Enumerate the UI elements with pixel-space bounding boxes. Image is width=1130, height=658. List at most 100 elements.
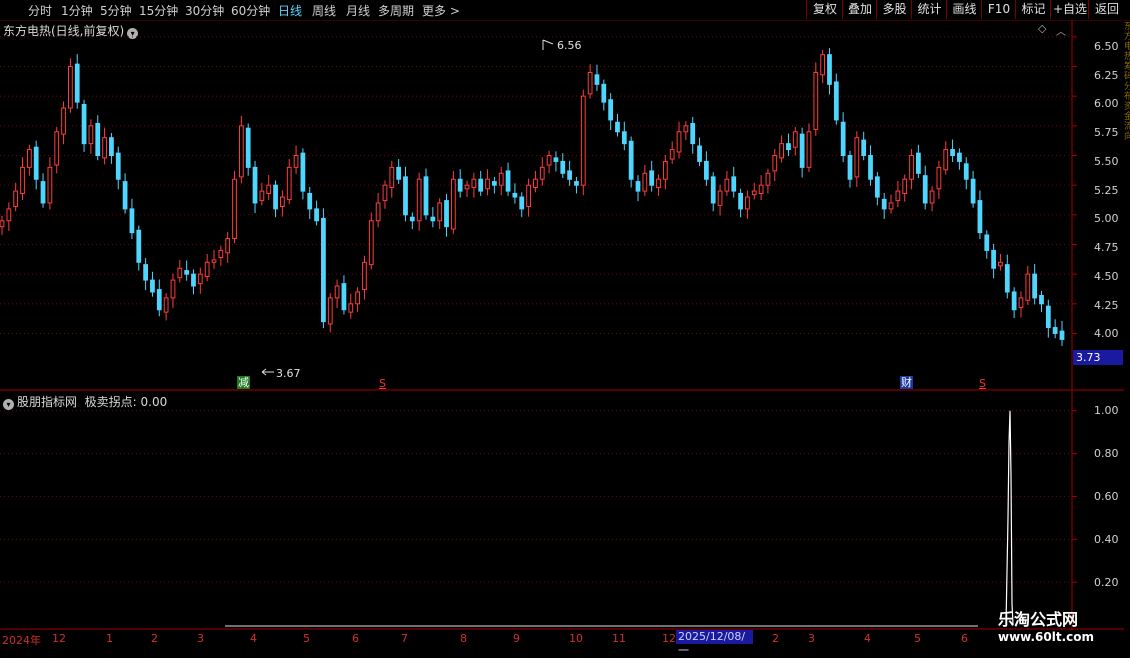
candle-body xyxy=(327,297,333,325)
adjust-button[interactable]: 复权 xyxy=(806,0,843,19)
mark-button[interactable]: 标记 xyxy=(1015,0,1051,19)
period-tab-1min[interactable]: 1分钟 xyxy=(61,2,93,19)
date-axis: 2024年 12 1 2 3 4 5 6 7 8 9 10 11 12 2 3 … xyxy=(0,630,1130,650)
price-label: 4.00 xyxy=(1094,327,1119,340)
more-label: 更多 xyxy=(422,4,447,18)
indicator-name: 股朋指标网 xyxy=(17,395,78,409)
chevron-down-icon[interactable]: ▾ xyxy=(3,399,14,410)
candle-body xyxy=(758,184,764,194)
indicator-title[interactable]: ▾ 股朋指标网 极卖拐点: 0.00 xyxy=(3,393,167,410)
period-tab-monthly[interactable]: 月线 xyxy=(346,2,370,19)
candle-body xyxy=(266,184,272,194)
candle-body xyxy=(697,145,702,162)
candle-body xyxy=(608,99,614,121)
price-label: 6.00 xyxy=(1094,97,1119,110)
candle-body xyxy=(238,125,244,178)
candle-body xyxy=(498,172,504,186)
period-tab-daily[interactable]: 日线 xyxy=(278,2,302,19)
chevron-up-icon[interactable]: ︿ xyxy=(1056,23,1066,38)
candle-body xyxy=(170,279,176,299)
multi-stock-button[interactable]: 多股 xyxy=(876,0,912,19)
signal-sell-mark[interactable]: S xyxy=(978,377,987,390)
candle-body xyxy=(1004,264,1010,293)
period-tab-60min[interactable]: 60分钟 xyxy=(231,2,270,19)
signal-reduce-badge[interactable]: 减 xyxy=(237,376,250,389)
period-tab-30min[interactable]: 30分钟 xyxy=(185,2,224,19)
main-chart-title[interactable]: 东方电热(日线,前复权) ▾ xyxy=(3,22,139,39)
candlestick-series xyxy=(0,48,1065,346)
candle-body xyxy=(786,143,791,151)
date-tick: 8 xyxy=(460,632,467,645)
candle-body xyxy=(656,178,661,189)
candle-body xyxy=(888,202,894,210)
candle-body xyxy=(150,279,155,293)
candle-body xyxy=(218,249,224,259)
candle-body xyxy=(129,208,135,234)
candle-body xyxy=(81,103,87,145)
candle-body xyxy=(457,178,463,192)
candle-body xyxy=(847,155,853,180)
period-tab-weekly[interactable]: 周线 xyxy=(312,2,336,19)
candle-body xyxy=(355,291,360,305)
candle-body xyxy=(963,163,969,180)
candle-body xyxy=(389,166,395,189)
candle-body xyxy=(840,121,846,157)
candle-body xyxy=(621,131,627,145)
date-tick: 3 xyxy=(808,632,815,645)
candle-body xyxy=(307,192,313,210)
back-button[interactable]: 返回 xyxy=(1088,0,1125,19)
price-label: 4.75 xyxy=(1094,241,1119,254)
candle-body xyxy=(122,181,128,210)
candle-body xyxy=(33,146,39,180)
candle-body xyxy=(922,175,928,204)
statistics-button[interactable]: 统计 xyxy=(911,0,947,19)
signal-finance-badge[interactable]: 财 xyxy=(900,376,913,389)
add-watchlist-button[interactable]: +自选 xyxy=(1050,0,1089,19)
candle-body xyxy=(724,178,730,192)
candle-body xyxy=(409,216,415,222)
f10-button[interactable]: F10 xyxy=(981,0,1016,19)
candle-body xyxy=(553,157,559,162)
indicator-axis-label: 0.80 xyxy=(1094,447,1119,460)
date-tick: 10 xyxy=(569,632,583,645)
candle-body xyxy=(895,190,901,202)
period-tab-minute-line[interactable]: 分时 xyxy=(28,2,52,19)
draw-line-button[interactable]: 画线 xyxy=(946,0,982,19)
candle-body xyxy=(772,155,778,172)
chevron-right-icon: > xyxy=(449,4,460,18)
date-tick: 2 xyxy=(772,632,779,645)
overlay-button[interactable]: 叠加 xyxy=(842,0,877,19)
candle-body xyxy=(1052,327,1058,334)
signal-sell-mark[interactable]: S xyxy=(378,377,387,390)
candle-body xyxy=(806,131,812,168)
date-tick: 6 xyxy=(961,632,968,645)
candle-body xyxy=(163,297,169,313)
side-panel-tabs[interactable]: 东方电热筹码分布资金流向 xyxy=(1124,22,1130,630)
candle-body xyxy=(649,170,655,186)
candle-body xyxy=(245,127,251,168)
period-tab-15min[interactable]: 15分钟 xyxy=(139,2,178,19)
chevron-down-icon[interactable]: ▾ xyxy=(127,28,139,39)
date-tick: 4 xyxy=(250,632,257,645)
period-tab-more[interactable]: 更多 > xyxy=(422,2,460,19)
candle-body xyxy=(874,176,880,198)
candle-body xyxy=(382,184,388,202)
candle-body xyxy=(68,66,73,109)
candle-body xyxy=(1011,291,1017,311)
candle-body xyxy=(471,178,477,189)
period-tab-5min[interactable]: 5分钟 xyxy=(100,2,132,19)
diamond-icon[interactable]: ◇ xyxy=(1038,22,1046,35)
chart-canvas[interactable] xyxy=(0,0,1130,650)
candle-body xyxy=(512,192,518,198)
candle-body xyxy=(143,264,148,281)
candle-body xyxy=(950,149,955,157)
candle-body xyxy=(197,273,203,285)
period-tab-multi[interactable]: 多周期 xyxy=(378,2,414,19)
candle-body xyxy=(615,121,620,133)
candle-body xyxy=(642,172,648,192)
candle-body xyxy=(492,181,497,186)
candle-body xyxy=(95,122,101,157)
candle-body xyxy=(211,259,217,263)
candle-body xyxy=(444,200,449,228)
candle-body xyxy=(710,176,716,204)
